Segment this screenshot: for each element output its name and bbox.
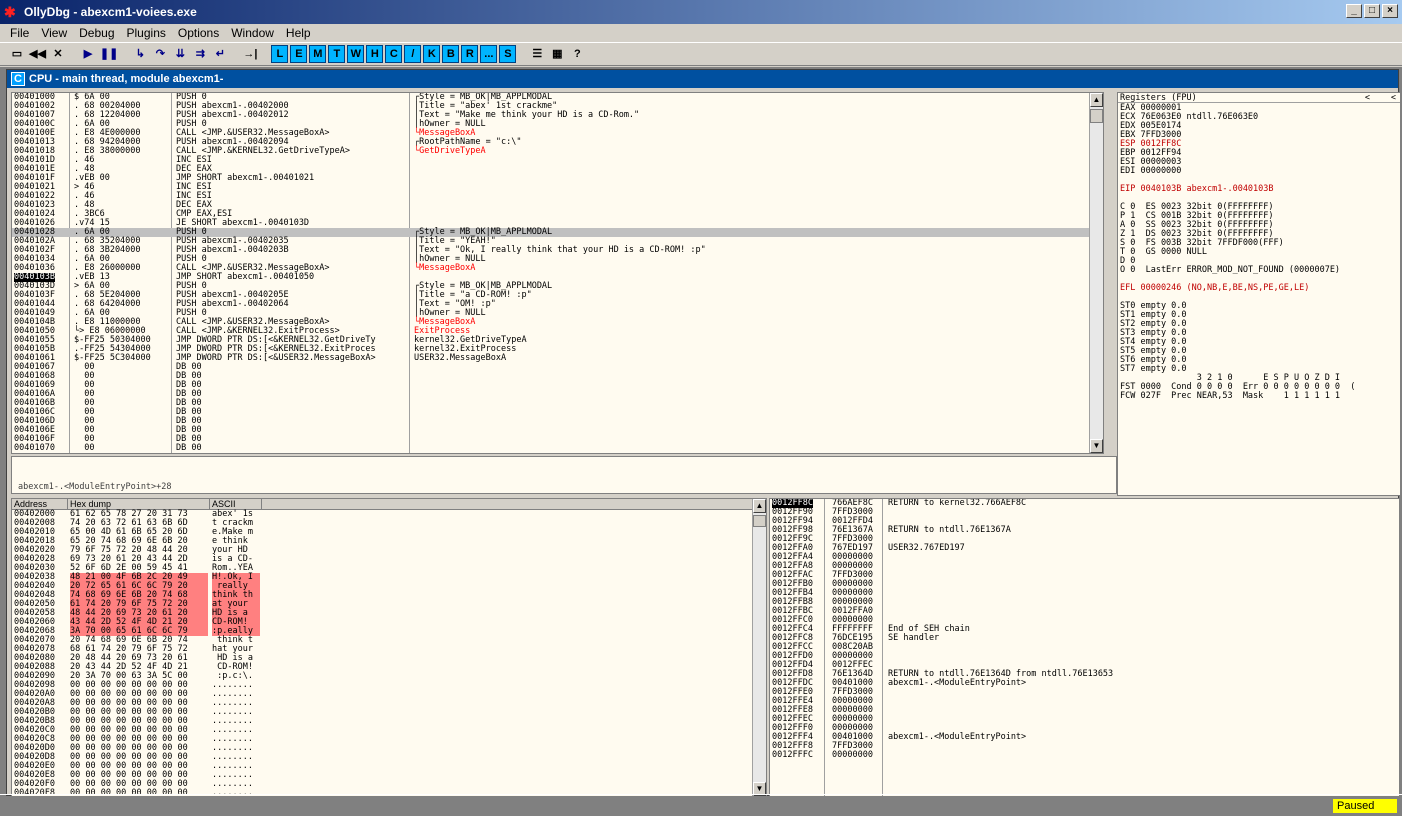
cpu-window-title: C CPU - main thread, module abexcm1- xyxy=(7,70,1398,88)
menu-view[interactable]: View xyxy=(35,26,73,40)
cpu-window-icon: C xyxy=(11,72,25,86)
info-pane: abexcm1-.<ModuleEntryPoint>+28 xyxy=(11,456,1117,494)
log-window-button[interactable]: L xyxy=(271,45,289,63)
help-icon[interactable]: ? xyxy=(568,45,586,63)
run-icon[interactable]: ▶ xyxy=(79,45,97,63)
minimize-button[interactable]: _ xyxy=(1346,4,1362,18)
status-bar: Paused xyxy=(0,794,1402,816)
status-paused: Paused xyxy=(1332,797,1398,814)
cpu-window-button[interactable]: C xyxy=(385,45,403,63)
disasm-comment: └GetDriveTypeA xyxy=(414,146,486,156)
menu-debug[interactable]: Debug xyxy=(73,26,120,40)
disasm-hex: 00 xyxy=(74,443,95,453)
chevron-left-icon-2[interactable]: < xyxy=(1391,93,1396,103)
disasm-comment: USER32.MessageBoxA xyxy=(414,353,507,363)
references-window-button[interactable]: R xyxy=(461,45,479,63)
disasm-comment: └MessageBoxA xyxy=(414,263,476,273)
dump-scrollbar[interactable]: ▲ ▼ xyxy=(752,499,766,796)
menu-bar: File View Debug Plugins Options Window H… xyxy=(0,24,1402,42)
disassembly-pane[interactable]: 00401000 $ 6A 00 PUSH 0 ┌Style = MB_OK|MB_A… xyxy=(11,92,1104,454)
dump-rows: 00402000 61 62 65 78 27 20 31 73 abex' 1s 0… xyxy=(12,510,766,796)
step-into-icon[interactable]: ↳ xyxy=(131,45,149,63)
register-lines: EAX 00000001 ECX 76E063E0 ntdll.76E063E0 E… xyxy=(1118,103,1400,401)
appearance-grid-icon[interactable]: ▦ xyxy=(548,45,566,63)
stack-pane[interactable]: 0012FF8C 766AEF8C RETURN to kernel32.766AE… xyxy=(769,498,1400,797)
close-button[interactable]: × xyxy=(1382,4,1398,18)
stack-comment: RETURN to ntdll.76E1367A xyxy=(888,525,1011,535)
stack-address: 0012FFFC xyxy=(772,750,813,760)
disasm-row[interactable]: 00401070 00 DB 00 xyxy=(12,444,1103,453)
list-icon[interactable]: ☰ xyxy=(528,45,546,63)
disasm-address: 00401070 xyxy=(14,443,55,453)
stack-row[interactable]: 0012FFFC 00000000 xyxy=(770,751,1399,760)
maximize-button[interactable]: □ xyxy=(1364,4,1380,18)
stack-value: 00000000 xyxy=(832,750,873,760)
register-line[interactable]: EIP 0040103B abexcm1-.0040103B xyxy=(1120,185,1400,194)
ollydbg-bug-icon: ✱ xyxy=(4,4,16,20)
registers-pane[interactable]: Registers (FPU) < < EAX 00000001 ECX 76E0… xyxy=(1117,92,1401,496)
register-line[interactable]: FCW 027F Prec NEAR,53 Mask 1 1 1 1 1 1 xyxy=(1120,392,1400,401)
step-over-icon[interactable]: ↷ xyxy=(151,45,169,63)
stack-rows: 0012FF8C 766AEF8C RETURN to kernel32.766AE… xyxy=(770,499,1399,760)
stack-comment: RETURN to kernel32.766AEF8C xyxy=(888,498,1027,508)
open-icon[interactable]: ▭ xyxy=(8,45,26,63)
register-line[interactable]: O 0 LastErr ERROR_MOD_NOT_FOUND (0000007… xyxy=(1120,266,1400,275)
trace-into-icon[interactable]: ⇊ xyxy=(171,45,189,63)
info-text: abexcm1-.<ModuleEntryPoint>+28 xyxy=(18,482,172,492)
register-line[interactable]: T 0 GS 0000 NULL xyxy=(1120,248,1400,257)
disasm-asm: DB 00 xyxy=(176,443,202,453)
windows-window-button[interactable]: W xyxy=(347,45,365,63)
disassembly-scrollbar[interactable]: ▲ ▼ xyxy=(1089,93,1103,453)
close-process-icon[interactable]: ✕ xyxy=(49,45,67,63)
source-window-button[interactable]: S xyxy=(499,45,517,63)
register-line[interactable]: EFL 00000246 (NO,NB,E,BE,NS,PE,GE,LE) xyxy=(1120,284,1400,293)
cpu-window-title-text: CPU - main thread, module abexcm1- xyxy=(29,73,224,85)
menu-options[interactable]: Options xyxy=(172,26,225,40)
chevron-left-icon[interactable]: < xyxy=(1365,93,1370,103)
window-title: OllyDbg - abexcm1-voiees.exe xyxy=(24,5,197,19)
call-stack-window-button[interactable]: K xyxy=(423,45,441,63)
register-line[interactable]: EDI 00000000 xyxy=(1120,167,1400,176)
threads-window-button[interactable]: T xyxy=(328,45,346,63)
run-trace-window-button[interactable]: ... xyxy=(480,45,498,63)
stack-comment: USER32.767ED197 xyxy=(888,543,965,553)
breakpoints-window-button[interactable]: B xyxy=(442,45,460,63)
handles-window-button[interactable]: H xyxy=(366,45,384,63)
title-bar: ✱ OllyDbg - abexcm1-voiees.exe _ □ × xyxy=(0,0,1402,24)
menu-help[interactable]: Help xyxy=(280,26,317,40)
stack-comment: SE handler xyxy=(888,633,940,643)
patches-window-button[interactable]: / xyxy=(404,45,422,63)
modules-window-button[interactable]: E xyxy=(290,45,308,63)
go-to-icon[interactable]: →| xyxy=(241,45,259,63)
pause-icon[interactable]: ❚❚ xyxy=(99,45,119,63)
disassembly-rows: 00401000 $ 6A 00 PUSH 0 ┌Style = MB_OK|MB_A… xyxy=(12,93,1103,453)
menu-file[interactable]: File xyxy=(4,26,35,40)
menu-plugins[interactable]: Plugins xyxy=(121,26,172,40)
registers-header[interactable]: Registers (FPU) < < xyxy=(1118,93,1400,103)
mdi-client-area: C CPU - main thread, module abexcm1- 004… xyxy=(0,67,1402,816)
hex-dump-pane[interactable]: Address Hex dump ASCII 00402000 61 62 65 … xyxy=(11,498,767,797)
execute-till-return-icon[interactable]: ↵ xyxy=(211,45,229,63)
stack-comment: abexcm1-.<ModuleEntryPoint> xyxy=(888,678,1027,688)
cpu-window: C CPU - main thread, module abexcm1- 004… xyxy=(6,69,1401,797)
disasm-asm: JMP DWORD PTR DS:[<&USER32.MessageBoxA> xyxy=(176,353,376,363)
trace-over-icon[interactable]: ⇉ xyxy=(191,45,209,63)
restart-icon[interactable]: ◀◀ xyxy=(28,45,47,63)
stack-comment: abexcm1-.<ModuleEntryPoint> xyxy=(888,732,1027,742)
memory-window-button[interactable]: M xyxy=(309,45,327,63)
toolbar: ▭ ◀◀ ✕ ▶ ❚❚ ↳ ↷ ⇊ ⇉ ↵ →| L E M T W H C /… xyxy=(0,42,1402,66)
registers-header-label: Registers (FPU) xyxy=(1120,93,1197,103)
menu-window[interactable]: Window xyxy=(225,26,280,40)
